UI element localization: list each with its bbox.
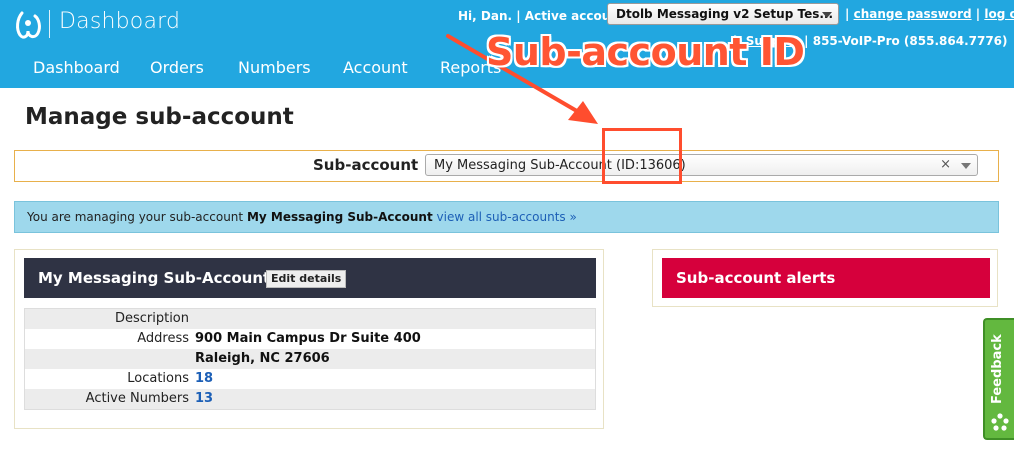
feedback-label: Feedback: [990, 334, 1005, 404]
row-label: Description: [114, 311, 189, 326]
feedback-dots-icon: [991, 413, 1009, 431]
subaccount-select[interactable]: My Messaging Sub-Account (ID:13606) ×: [425, 154, 978, 176]
clear-icon[interactable]: ×: [940, 157, 951, 172]
alerts-header[interactable]: Sub-account alerts: [662, 258, 990, 298]
nav-item-account[interactable]: Account: [343, 58, 408, 77]
table-row: Locations 18: [25, 369, 595, 389]
alerts-title: Sub-account alerts: [676, 269, 836, 287]
subaccount-details-panel: My Messaging Sub-Account Edit details De…: [14, 249, 604, 429]
subaccount-selector-row: Sub-account My Messaging Sub-Account (ID…: [14, 150, 999, 182]
row-label: [25, 349, 195, 369]
bandwidth-logo-icon[interactable]: [13, 9, 43, 41]
locations-link[interactable]: 18: [195, 369, 213, 389]
table-row: Address 900 Main Campus Dr Suite 400: [25, 329, 595, 349]
details-table: Description Address 900 Main Campus Dr S…: [24, 308, 596, 410]
nav-item-numbers[interactable]: Numbers: [238, 58, 311, 77]
row-value: Raleigh, NC 27606: [195, 351, 330, 366]
chevron-down-icon[interactable]: [961, 163, 971, 169]
page-title: Manage sub-account: [25, 104, 294, 130]
annotation-highlight-box: [602, 128, 682, 184]
details-panel-header: My Messaging Sub-Account Edit details: [24, 258, 596, 298]
subaccount-label: Sub-account: [313, 156, 419, 174]
table-row: Raleigh, NC 27606: [25, 349, 595, 369]
row-label: Active Numbers: [85, 391, 189, 406]
info-account-name: My Messaging Sub-Account: [246, 210, 433, 224]
active-numbers-link[interactable]: 13: [195, 389, 213, 409]
view-all-subaccounts-link[interactable]: view all sub-accounts »: [433, 210, 577, 224]
support-phone: | 855-VoIP-Pro (855.864.7776): [804, 34, 1008, 48]
annotation-label: Sub-account ID: [486, 30, 805, 74]
logo-divider: [49, 10, 50, 38]
info-bar: You are managing your sub-account My Mes…: [14, 201, 999, 233]
table-row: Description: [25, 309, 595, 329]
logout-link[interactable]: log out: [984, 7, 1014, 21]
subaccount-alerts-panel: Sub-account alerts: [652, 249, 998, 307]
greeting-text: Hi, Dan. | Active account:: [458, 9, 630, 23]
active-account-value: Dtolb Messaging v2 Setup Tes...: [616, 7, 834, 21]
nav-item-orders[interactable]: Orders: [150, 58, 204, 77]
row-label: Address: [137, 331, 189, 346]
nav-item-dashboard[interactable]: Dashboard: [33, 58, 120, 77]
feedback-tab[interactable]: Feedback: [983, 318, 1014, 440]
chevron-down-icon: [822, 12, 832, 18]
row-value: 900 Main Campus Dr Suite 400: [195, 331, 421, 346]
app-title: Dashboard: [59, 9, 181, 34]
details-panel-title: My Messaging Sub-Account: [38, 269, 271, 287]
change-password-link[interactable]: change password: [854, 7, 972, 21]
active-account-select[interactable]: Dtolb Messaging v2 Setup Tes...: [607, 3, 839, 25]
table-row: Active Numbers 13: [25, 389, 595, 409]
account-links: | change password | log out: [845, 7, 1014, 21]
row-label: Locations: [127, 371, 189, 386]
edit-details-button[interactable]: Edit details: [266, 270, 347, 288]
